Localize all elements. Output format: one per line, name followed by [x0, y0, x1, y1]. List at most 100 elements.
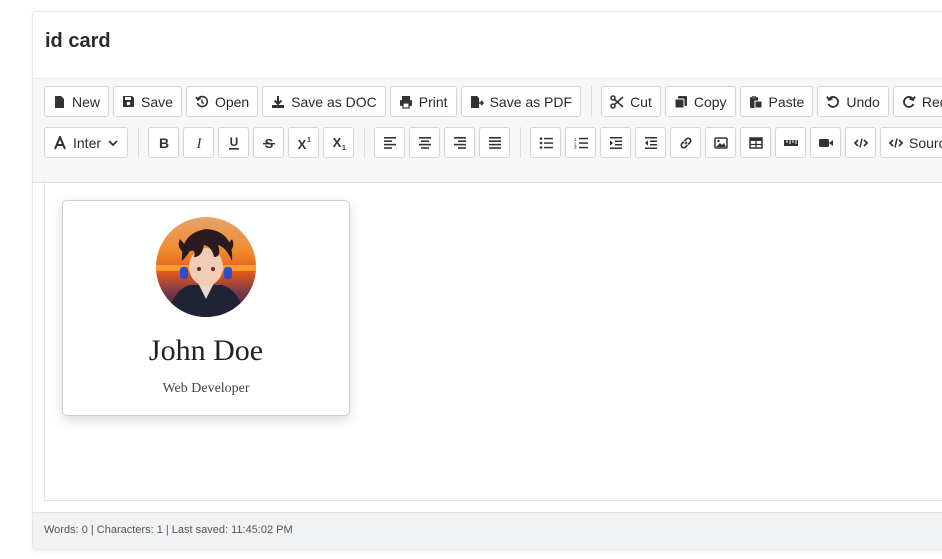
open-button[interactable]: Open — [185, 86, 259, 117]
bold-icon: B — [157, 136, 171, 150]
editor-content[interactable]: John Doe Web Developer — [44, 182, 942, 501]
history-icon — [195, 95, 209, 109]
image-icon — [713, 136, 728, 149]
save-as-pdf-button[interactable]: Save as PDF — [460, 86, 582, 117]
cut-label: Cut — [630, 93, 652, 110]
code-icon — [853, 137, 868, 149]
indent-icon — [609, 136, 623, 149]
toolbar: New Save Open Save as DOC Print Save as PDF Cu… — [33, 78, 942, 183]
font-family-select[interactable]: Inter — [44, 127, 129, 158]
download-icon — [271, 95, 285, 109]
outdent-button[interactable] — [635, 127, 667, 158]
align-right-button[interactable] — [444, 127, 476, 158]
copy-button[interactable]: Copy — [664, 86, 736, 117]
new-label: New — [72, 93, 101, 110]
toolbar-separator — [591, 86, 593, 117]
toolbar-row-format: Inter BIUSX1X1123Source — [44, 127, 942, 158]
link-icon — [679, 136, 693, 150]
strikethrough-button[interactable]: S — [253, 127, 285, 158]
print-label: Print — [418, 93, 448, 110]
print-button[interactable]: Print — [389, 86, 457, 117]
indent-button[interactable] — [600, 127, 632, 158]
paste-button[interactable]: Paste — [739, 86, 814, 117]
copy-label: Copy — [693, 93, 727, 110]
copy-icon — [674, 95, 688, 109]
paste-label: Paste — [768, 93, 805, 110]
toolbar-separator — [138, 127, 140, 158]
superscript-button[interactable]: X1 — [288, 127, 320, 158]
ruler-icon — [783, 138, 799, 148]
svg-text:1: 1 — [307, 137, 311, 144]
svg-text:U: U — [229, 136, 238, 149]
insert-video-button[interactable] — [810, 127, 842, 158]
horizontal-rule-button[interactable] — [775, 127, 807, 158]
source-button[interactable]: Source — [880, 127, 942, 158]
new-button[interactable]: New — [44, 86, 110, 117]
save-button[interactable]: Save — [113, 86, 182, 117]
insert-link-button[interactable] — [670, 127, 702, 158]
insert-image-button[interactable] — [705, 127, 737, 158]
status-bar: Words: 0 | Characters: 1 | Last saved: 1… — [33, 512, 942, 549]
svg-text:1: 1 — [342, 145, 346, 150]
redo-icon — [902, 95, 916, 109]
bulleted-list-icon — [539, 136, 553, 149]
subscript-button[interactable]: X1 — [323, 127, 355, 158]
avatar — [156, 217, 256, 317]
save-as-pdf-label: Save as PDF — [489, 93, 573, 110]
undo-button[interactable]: Undo — [817, 86, 889, 117]
align-justify-button[interactable] — [479, 127, 511, 158]
superscript-icon: X1 — [296, 136, 312, 150]
subscript-icon: X1 — [331, 136, 347, 150]
bold-button[interactable]: B — [148, 127, 180, 158]
undo-icon — [826, 95, 840, 109]
numbered-list-button[interactable]: 123 — [565, 127, 597, 158]
status-text: Words: 0 | Characters: 1 | Last saved: 1… — [44, 524, 293, 536]
numbered-list-icon: 123 — [574, 137, 588, 149]
video-icon — [818, 137, 834, 149]
align-right-icon — [453, 136, 467, 149]
source-label: Source — [909, 134, 942, 151]
align-left-button[interactable] — [374, 127, 406, 158]
save-label: Save — [141, 93, 173, 110]
underline-icon: U — [227, 136, 241, 150]
open-label: Open — [214, 93, 250, 110]
file-export-icon — [470, 95, 484, 109]
document-title: id card — [45, 30, 111, 52]
insert-table-button[interactable] — [740, 127, 772, 158]
scissors-icon — [610, 94, 624, 109]
italic-icon: I — [192, 136, 206, 150]
redo-button[interactable]: Redo — [892, 86, 942, 117]
underline-button[interactable]: U — [218, 127, 250, 158]
embed-code-button[interactable] — [845, 127, 877, 158]
align-justify-icon — [488, 136, 502, 149]
save-as-doc-label: Save as DOC — [291, 93, 377, 110]
printer-icon — [399, 95, 413, 109]
font-icon — [53, 135, 67, 150]
code-icon — [889, 137, 904, 149]
align-center-button[interactable] — [409, 127, 441, 158]
align-left-icon — [383, 136, 397, 149]
svg-text:B: B — [158, 136, 168, 150]
save-as-doc-button[interactable]: Save as DOC — [262, 86, 386, 117]
card-name: John Doe — [148, 334, 264, 367]
bulleted-list-button[interactable] — [530, 127, 562, 158]
file-icon — [53, 95, 66, 109]
svg-text:I: I — [195, 136, 202, 150]
id-card: John Doe Web Developer — [62, 200, 350, 416]
toolbar-separator — [520, 127, 522, 158]
toolbar-row-file: New Save Open Save as DOC Print Save as PDF Cu… — [44, 86, 942, 117]
italic-button[interactable]: I — [183, 127, 215, 158]
chevron-down-icon — [107, 137, 119, 149]
outdent-icon — [644, 136, 658, 149]
table-icon — [748, 136, 763, 149]
editor-window: id card New Save Open Save as DOC Print Save … — [32, 11, 942, 550]
align-center-icon — [418, 136, 432, 149]
cut-button[interactable]: Cut — [601, 86, 661, 117]
strikethrough-icon: S — [262, 136, 276, 150]
svg-text:X: X — [297, 137, 306, 150]
font-family-label: Inter — [73, 134, 102, 151]
paste-icon — [749, 95, 763, 109]
undo-label: Undo — [846, 93, 880, 110]
card-role: Web Developer — [162, 381, 250, 396]
toolbar-separator — [364, 127, 366, 158]
